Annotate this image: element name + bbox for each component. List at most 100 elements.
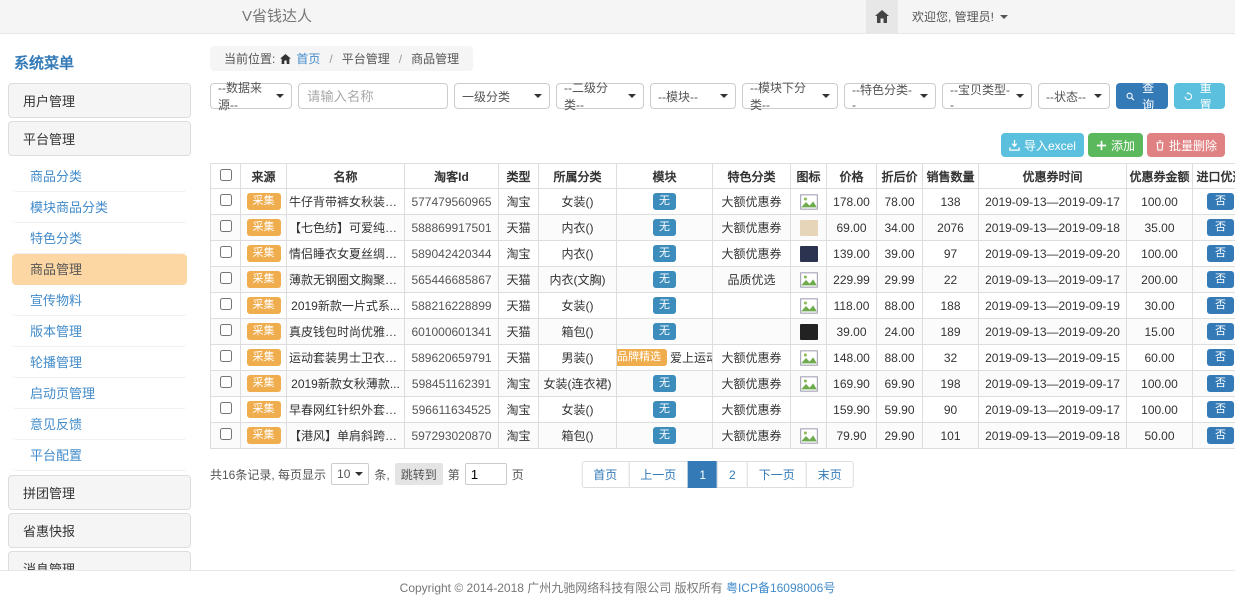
cell-coupon-time: 2019-09-13—2019-09-20 [979,241,1127,267]
main-content: 当前位置: 首页 / 平台管理 / 商品管理 --数据来源-- 一级分类 --二… [210,46,1225,570]
sidebar-subitem[interactable]: 模块商品分类 [12,192,187,223]
cell-category: 内衣(文胸) [539,267,617,293]
row-checkbox[interactable] [220,350,232,362]
sidebar-subitem[interactable]: 宣传物料 [12,285,187,316]
select-data-source[interactable]: --数据来源-- [210,83,292,109]
import-select-toggle[interactable]: 否 [1207,219,1234,236]
sidebar-subitem[interactable]: 启动页管理 [12,378,187,409]
page-button[interactable]: 上一页 [628,461,688,488]
table-row: 采集牛仔背带裤女秋装减龄...577479560965淘宝女装()无大额优惠券1… [211,189,1235,215]
import-excel-button[interactable]: 导入excel [1001,133,1084,157]
cell-module: 无 [617,267,713,293]
breadcrumb-item-platform[interactable]: 平台管理 [342,50,390,67]
broken-image-icon [800,194,818,210]
row-checkbox[interactable] [220,428,232,440]
query-button[interactable]: 查询 [1116,83,1168,109]
sidebar-subitem[interactable]: 意见反馈 [12,409,187,440]
row-checkbox[interactable] [220,402,232,414]
cell-coupon-time: 2019-09-13—2019-09-19 [979,293,1127,319]
cell-price: 178.00 [827,189,877,215]
cell-name: 薄款无钢圈文胸聚拢性... [287,267,405,293]
jump-page-input[interactable] [465,463,507,485]
name-search-input[interactable] [298,83,448,109]
row-checkbox[interactable] [220,220,232,232]
select-status[interactable]: --状态-- [1038,83,1110,109]
select-feature-category[interactable]: --特色分类-- [844,83,936,109]
module-text: 爱上运动 [670,349,713,366]
sidebar-subitem[interactable]: 轮播管理 [12,347,187,378]
cell-icon [791,319,827,345]
cell-sales: 188 [923,293,979,319]
sidebar-subitem[interactable]: 平台配置 [12,440,187,471]
sidebar-subitem[interactable]: 版本管理 [12,316,187,347]
select-level1-category[interactable]: 一级分类 [454,83,550,109]
row-checkbox[interactable] [220,246,232,258]
module-badge: 无 [653,323,676,340]
source-badge: 采集 [247,375,281,392]
sidebar-subitem[interactable]: 特色分类 [12,223,187,254]
sidebar-subitem[interactable]: 商品分类 [12,161,187,192]
page-button[interactable]: 下一页 [747,461,807,488]
cell-discount: 29.99 [877,267,923,293]
sidebar-item-user-mgmt[interactable]: 用户管理 [8,83,191,118]
cell-icon [791,397,827,423]
sidebar-item-express[interactable]: 省惠快报 [8,513,191,548]
refresh-icon [1184,91,1193,102]
icp-link[interactable]: 粤ICP备16098006号 [726,581,835,595]
sidebar-subitem[interactable]: 商品管理 [12,254,187,285]
cell-coupon-amount: 100.00 [1127,371,1193,397]
page-button[interactable]: 1 [687,461,718,488]
add-button[interactable]: 添加 [1088,133,1143,157]
import-select-toggle[interactable]: 否 [1207,375,1234,392]
select-all-header [211,164,241,189]
select-module-subcategory[interactable]: --模块下分类-- [742,83,838,109]
import-select-toggle[interactable]: 否 [1207,427,1234,444]
table-row: 采集早春网红针织外套女春...596611634525淘宝女装()无大额优惠券1… [211,397,1235,423]
select-all-checkbox[interactable] [220,169,232,181]
plus-icon [1096,140,1107,151]
page-button[interactable]: 2 [717,461,748,488]
batch-delete-button[interactable]: 批量删除 [1147,133,1225,157]
cell-price: 118.00 [827,293,877,319]
import-select-toggle[interactable]: 否 [1207,323,1234,340]
row-checkbox[interactable] [220,194,232,206]
page-button[interactable]: 首页 [581,461,629,488]
row-checkbox[interactable] [220,324,232,336]
select-item-type[interactable]: --宝贝类型-- [942,83,1032,109]
column-header: 所属分类 [539,164,617,189]
sidebar-item-platform-mgmt[interactable]: 平台管理 [8,121,191,156]
column-header: 图标 [791,164,827,189]
row-checkbox[interactable] [220,272,232,284]
row-checkbox[interactable] [220,298,232,310]
import-select-toggle[interactable]: 否 [1207,193,1234,210]
import-select-toggle[interactable]: 否 [1207,297,1234,314]
cell-feature [713,293,791,319]
home-nav-button[interactable] [866,0,898,33]
table-row: 采集运动套装男士卫衣初秋...589620659791天猫男装()品牌精选爱上运… [211,345,1235,371]
pagination-bar: 共16条记录, 每页显示 10 条, 跳转到 第 页 首页上一页12下一页末页 [210,461,1225,489]
module-badge: 无 [653,375,676,392]
column-header: 优惠券时间 [979,164,1127,189]
page-button[interactable]: 末页 [806,461,854,488]
cell-taoke-id: 588869917501 [405,215,499,241]
import-select-toggle[interactable]: 否 [1207,245,1234,262]
select-level2-category[interactable]: --二级分类-- [556,83,644,109]
row-checkbox[interactable] [220,376,232,388]
cell-name: 运动套装男士卫衣初秋... [287,345,405,371]
import-select-toggle[interactable]: 否 [1207,401,1234,418]
cell-taoke-id: 565446685867 [405,267,499,293]
sidebar-item-group-buy[interactable]: 拼团管理 [8,475,191,510]
jump-button[interactable]: 跳转到 [395,463,443,485]
breadcrumb-home-link[interactable]: 首页 [296,50,320,67]
import-select-toggle[interactable]: 否 [1207,349,1234,366]
per-page-select[interactable]: 10 [331,463,369,485]
cell-coupon-amount: 50.00 [1127,423,1193,449]
cell-discount: 29.90 [877,423,923,449]
select-module[interactable]: --模块-- [650,83,736,109]
user-menu[interactable]: 欢迎您, 管理员! [898,0,1022,33]
import-select-toggle[interactable]: 否 [1207,271,1234,288]
column-header: 淘客Id [405,164,499,189]
cell-category: 箱包() [539,423,617,449]
reset-button[interactable]: 重置 [1174,83,1226,109]
sidebar-title: 系统菜单 [8,44,191,83]
